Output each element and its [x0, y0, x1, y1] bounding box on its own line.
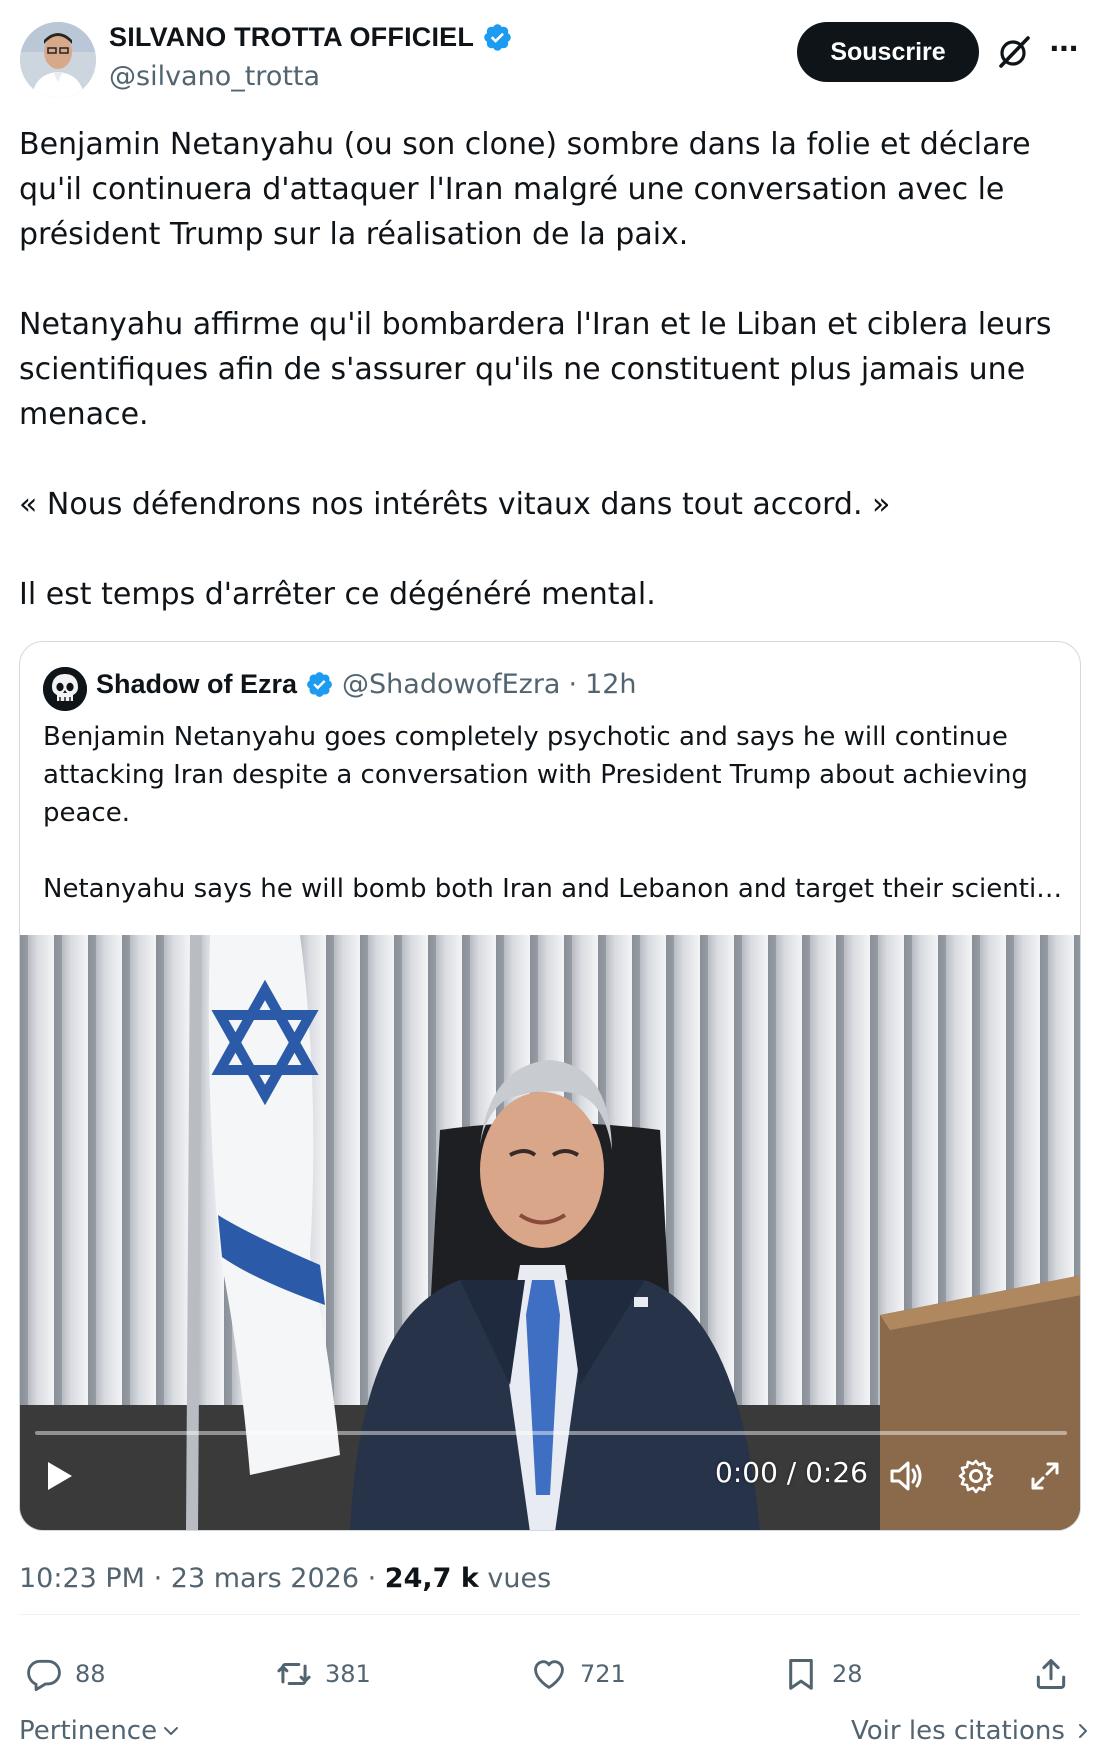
author-name[interactable]: SILVANO TROTTA OFFICIEL — [109, 22, 513, 53]
sort-select[interactable]: Pertinence — [19, 1716, 181, 1746]
quoted-tweet[interactable]: Shadow of Ezra @ShadowofEzra · 12h Benja… — [19, 641, 1081, 1531]
reply-button[interactable]: 88 — [25, 1652, 106, 1696]
post-paragraph: Netanyahu affirme qu'il bombardera l'Ira… — [19, 307, 1052, 432]
more-icon[interactable]: ··· — [1049, 34, 1081, 70]
post-meta: 10:23 PM · 23 mars 2026 · 24,7 k vues — [19, 1563, 551, 1594]
separator: · — [568, 669, 578, 700]
author-name-text[interactable]: SILVANO TROTTA OFFICIEL — [109, 22, 474, 53]
verified-badge-icon — [307, 672, 332, 697]
view-quotes-link[interactable]: Voir les citations — [851, 1716, 1093, 1746]
author-avatar[interactable] — [20, 22, 96, 98]
post-paragraph: Il est temps d'arrêter ce dégénéré menta… — [19, 577, 656, 612]
repost-count: 381 — [325, 1660, 371, 1688]
author-avatar-image — [20, 22, 96, 98]
reply-icon — [27, 1659, 61, 1692]
quoted-paragraph: Netanyahu says he will bomb both Iran an… — [43, 874, 1063, 904]
quoted-author-handle[interactable]: @ShadowofEzra — [342, 669, 560, 700]
verified-badge-icon — [484, 24, 511, 51]
views-count: 24,7 k — [384, 1563, 479, 1594]
post-paragraph: « Nous défendrons nos intérêts vitaux da… — [19, 487, 891, 522]
repost-icon — [277, 1662, 311, 1686]
volume-icon[interactable] — [886, 1456, 926, 1496]
share-icon — [1036, 1659, 1066, 1689]
post-date[interactable]: 23 mars 2026 — [171, 1563, 359, 1594]
quoted-paragraph: Benjamin Netanyahu goes completely psych… — [43, 722, 1028, 828]
chevron-right-icon — [1078, 1724, 1087, 1738]
quoted-text: Benjamin Netanyahu goes completely psych… — [43, 718, 1063, 908]
quoted-header: Shadow of Ezra @ShadowofEzra · 12h — [96, 669, 637, 700]
like-button[interactable]: 721 — [530, 1652, 626, 1696]
heart-icon — [534, 1660, 564, 1689]
separator: · — [153, 1563, 163, 1594]
separator: · — [367, 1563, 377, 1594]
quoted-author-name[interactable]: Shadow of Ezra — [96, 669, 297, 700]
post-paragraph: Benjamin Netanyahu (ou son clone) sombre… — [19, 127, 1031, 252]
subscribe-button[interactable]: Souscrire — [797, 22, 979, 82]
video-progress-bar[interactable] — [35, 1431, 1067, 1435]
skull-icon — [43, 667, 87, 711]
repost-button[interactable]: 381 — [275, 1652, 371, 1696]
divider — [19, 1614, 1081, 1615]
bookmark-button[interactable]: 28 — [782, 1652, 863, 1696]
video-player[interactable]: 0:00 / 0:26 — [20, 935, 1080, 1530]
video-time: 0:00 / 0:26 — [715, 1456, 868, 1489]
like-count: 721 — [580, 1660, 626, 1688]
sort-label: Pertinence — [19, 1716, 158, 1746]
settings-gear-icon[interactable] — [956, 1456, 996, 1496]
bookmark-count: 28 — [832, 1660, 863, 1688]
post-time[interactable]: 10:23 PM — [19, 1563, 145, 1594]
quoted-avatar[interactable] — [43, 667, 87, 711]
grok-icon[interactable] — [996, 34, 1032, 70]
bookmark-icon — [789, 1659, 813, 1690]
author-handle[interactable]: @silvano_trotta — [109, 61, 320, 92]
reply-count: 88 — [75, 1660, 106, 1688]
view-quotes-label: Voir les citations — [851, 1716, 1065, 1746]
play-icon[interactable] — [42, 1458, 76, 1494]
fullscreen-icon[interactable] — [1027, 1458, 1063, 1494]
quoted-timestamp[interactable]: 12h — [585, 669, 636, 700]
views-label: vues — [487, 1563, 552, 1594]
post-text: Benjamin Netanyahu (ou son clone) sombre… — [19, 122, 1079, 617]
share-button[interactable] — [1032, 1652, 1070, 1696]
video-frame — [20, 935, 1080, 1530]
chevron-down-icon — [164, 1727, 179, 1735]
